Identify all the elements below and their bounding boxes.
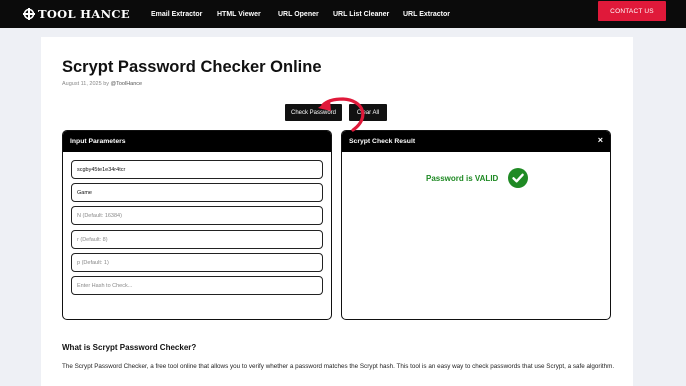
- contact-us-button[interactable]: CONTACT US: [598, 1, 666, 21]
- scrypt-check-result-panel: Scrypt Check Result ×: [341, 130, 611, 320]
- result-text: Password is VALID: [426, 173, 499, 183]
- n-parameter-field[interactable]: N (Default: 16384): [71, 206, 323, 225]
- post-date: August 11, 2025: [62, 81, 102, 87]
- p-parameter-field[interactable]: p (Default: 1): [71, 253, 323, 272]
- site-logo[interactable]: TOOL HANCE: [23, 5, 130, 23]
- logo-text: TOOL HANCE: [38, 7, 130, 21]
- article-heading: What is Scrypt Password Checker?: [62, 343, 197, 352]
- input-panel-title: Input Parameters: [70, 138, 126, 145]
- nav-html-viewer[interactable]: HTML Viewer: [217, 0, 261, 28]
- post-meta: August 11, 2025 by @ToolHance: [62, 81, 142, 87]
- salt-field[interactable]: Game: [71, 183, 323, 202]
- r-parameter-field[interactable]: r (Default: 8): [71, 230, 323, 249]
- post-author[interactable]: @ToolHance: [111, 81, 143, 87]
- result-message: Password is VALID: [426, 168, 529, 188]
- input-panel-header: Input Parameters: [63, 131, 331, 152]
- nav-url-opener[interactable]: URL Opener: [278, 0, 319, 28]
- result-panel-title: Scrypt Check Result: [349, 138, 416, 145]
- top-navigation-bar: TOOL HANCE Email Extractor HTML Viewer U…: [0, 0, 686, 28]
- hash-field[interactable]: Enter Hash to Check...: [71, 276, 323, 295]
- nav-url-list-cleaner[interactable]: URL List Cleaner: [333, 0, 389, 28]
- nav-url-extractor[interactable]: URL Extractor: [403, 0, 450, 28]
- check-password-button[interactable]: Check Password: [285, 104, 342, 121]
- close-icon[interactable]: ×: [598, 135, 603, 145]
- nav-email-extractor[interactable]: Email Extractor: [151, 0, 202, 28]
- clear-all-button[interactable]: Clear All: [349, 104, 387, 121]
- article-paragraph: The Scrypt Password Checker, a free tool…: [62, 363, 615, 370]
- post-by: by: [103, 81, 109, 87]
- password-field[interactable]: scgby45te1e34r4tcr: [71, 160, 323, 179]
- result-panel-header: Scrypt Check Result ×: [342, 131, 610, 152]
- check-circle-icon: [508, 168, 529, 188]
- page-title: Scrypt Password Checker Online: [62, 58, 322, 76]
- logo-icon: [23, 8, 35, 20]
